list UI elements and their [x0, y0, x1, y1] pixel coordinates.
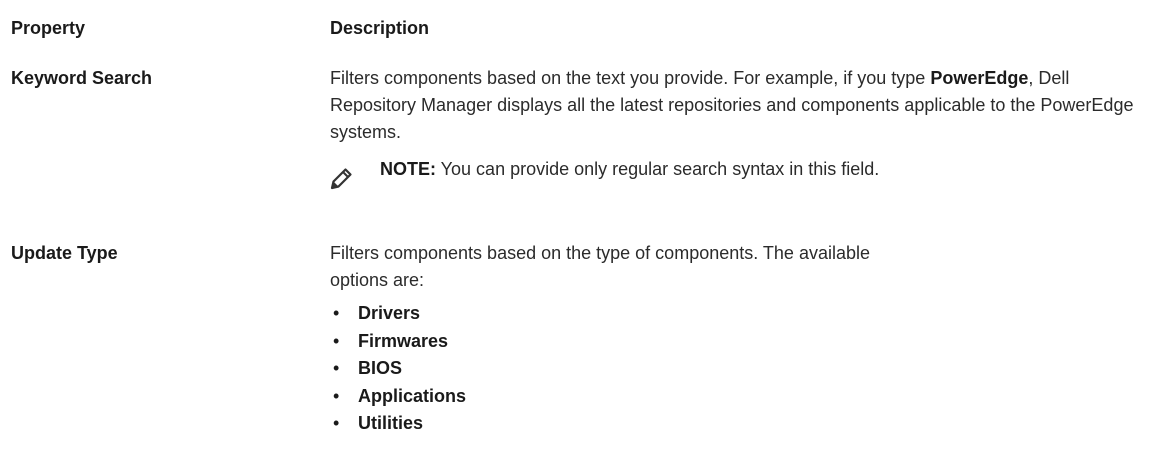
- bullet-icon: •: [333, 413, 340, 433]
- description-text: Filters components based on the text you…: [330, 65, 1145, 146]
- note-label: NOTE:: [380, 159, 436, 179]
- option-label: Firmwares: [358, 330, 449, 351]
- option-label: Drivers: [358, 303, 421, 323]
- bullet-icon: •: [333, 385, 340, 406]
- property-update-type: Update Type: [11, 243, 118, 263]
- description-text-part1: Filters components based on the text you…: [330, 68, 931, 88]
- bullet-icon: •: [333, 330, 340, 351]
- list-item: • Firmwares: [330, 328, 1145, 356]
- bullet-icon: •: [333, 303, 340, 323]
- description-strong-term: PowerEdge: [930, 68, 1029, 88]
- header-property: Property: [11, 18, 86, 38]
- header-description: Description: [330, 18, 430, 38]
- description-text: Filters components based on the type of …: [330, 243, 870, 290]
- options-list: • Drivers • Firmwares • BIOS • Applications …: [330, 300, 1145, 438]
- bullet-icon: •: [333, 358, 340, 378]
- list-item: • Drivers: [330, 300, 1145, 328]
- document-page: Property Description Keyword Search Filt…: [0, 0, 1153, 469]
- option-label: BIOS: [358, 358, 403, 378]
- description-keyword-search: Filters components based on the text you…: [330, 65, 1145, 196]
- option-label: Applications: [358, 385, 467, 406]
- note-text: You can provide only regular search synt…: [436, 159, 880, 179]
- property-keyword-search: Keyword Search: [11, 68, 153, 88]
- pencil-note-icon: [330, 168, 352, 190]
- note-box: NOTE: You can provide only regular searc…: [330, 156, 1145, 196]
- list-item: • Applications: [330, 383, 1145, 411]
- list-item: • Utilities: [330, 410, 1145, 438]
- description-update-type: Filters components based on the type of …: [330, 240, 1145, 438]
- option-label: Utilities: [358, 413, 424, 433]
- list-item: • BIOS: [330, 355, 1145, 383]
